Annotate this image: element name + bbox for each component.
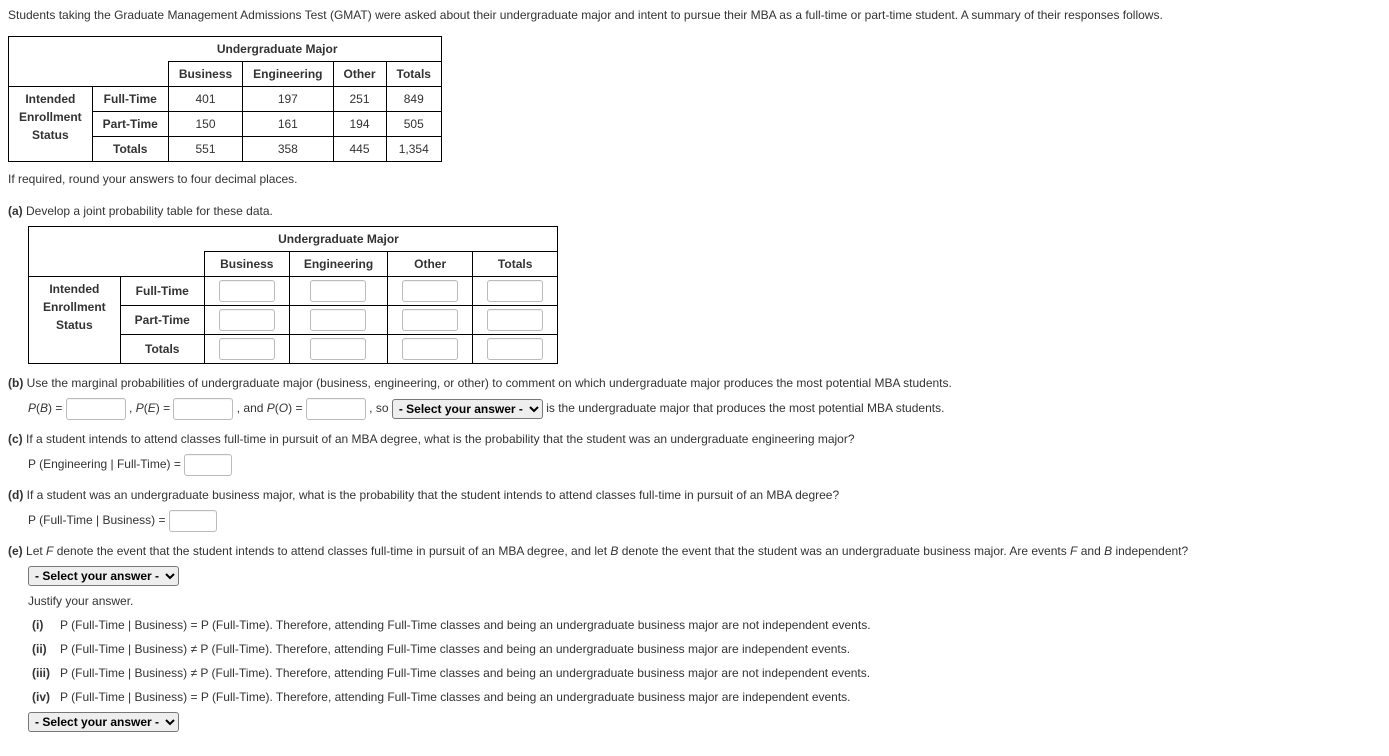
joint-input[interactable] bbox=[487, 280, 543, 302]
roman-i: (i) bbox=[32, 616, 60, 634]
part-a-label: (a) bbox=[8, 204, 23, 218]
part-e-label: (e) bbox=[8, 544, 23, 558]
b-so: , so bbox=[369, 401, 388, 415]
part-c-text: If a student intends to attend classes f… bbox=[26, 432, 855, 446]
part-b-text: Use the marginal probabilities of underg… bbox=[27, 376, 952, 390]
e-select-1[interactable]: - Select your answer - bbox=[28, 566, 179, 586]
joint-input[interactable] bbox=[219, 338, 275, 360]
roman-iv: (iv) bbox=[32, 688, 60, 706]
e-end: independent? bbox=[1112, 544, 1188, 558]
pb-input[interactable] bbox=[66, 398, 126, 420]
part-d-label: (d) bbox=[8, 488, 23, 502]
joint-col-business: Business bbox=[204, 252, 289, 277]
intro-text: Students taking the Graduate Management … bbox=[8, 6, 1381, 24]
joint-rowgroup-2: Enrollment bbox=[43, 298, 106, 316]
po-input[interactable] bbox=[306, 398, 366, 420]
joint-input[interactable] bbox=[219, 280, 275, 302]
joint-row-parttime: Part-Time bbox=[120, 306, 204, 335]
b-tail: is the undergraduate major that produces… bbox=[546, 401, 944, 415]
row-fulltime-label: Full-Time bbox=[92, 87, 168, 112]
pe-input[interactable] bbox=[173, 398, 233, 420]
e-mid2: denote the event that the student was an… bbox=[618, 544, 1070, 558]
joint-input[interactable] bbox=[402, 280, 458, 302]
cell: 1,354 bbox=[386, 137, 441, 162]
row-totals-label: Totals bbox=[92, 137, 168, 162]
d-input[interactable] bbox=[169, 510, 217, 532]
part-a-text: Develop a joint probability table for th… bbox=[26, 204, 273, 218]
part-d-text: If a student was an undergraduate busine… bbox=[27, 488, 839, 502]
joint-input[interactable] bbox=[487, 309, 543, 331]
joint-rowgroup-3: Status bbox=[43, 316, 106, 334]
cell: 505 bbox=[386, 112, 441, 137]
cell: 197 bbox=[243, 87, 333, 112]
cell: 194 bbox=[333, 112, 386, 137]
cell: 358 bbox=[243, 137, 333, 162]
justify-ii: P (Full-Time | Business) ≠ P (Full-Time)… bbox=[60, 642, 850, 656]
joint-input[interactable] bbox=[310, 309, 366, 331]
col-totals: Totals bbox=[386, 62, 441, 87]
cell: 551 bbox=[168, 137, 242, 162]
table-superheader: Undergraduate Major bbox=[168, 37, 386, 62]
rowgroup-2: Enrollment bbox=[19, 108, 82, 126]
joint-col-totals: Totals bbox=[473, 252, 558, 277]
joint-col-other: Other bbox=[388, 252, 473, 277]
cell: 849 bbox=[386, 87, 441, 112]
justify-iv: P (Full-Time | Business) = P (Full-Time)… bbox=[60, 690, 851, 704]
joint-table: Undergraduate Major Business Engineering… bbox=[28, 226, 558, 364]
cell: 150 bbox=[168, 112, 242, 137]
rowgroup-1: Intended bbox=[19, 90, 82, 108]
cell: 445 bbox=[333, 137, 386, 162]
d-formula: P (Full-Time | Business) = bbox=[28, 513, 165, 527]
e-B2: B bbox=[1104, 544, 1112, 558]
part-c-label: (c) bbox=[8, 432, 23, 446]
e-justify: Justify your answer. bbox=[28, 592, 1381, 610]
joint-rowgroup-1: Intended bbox=[43, 280, 106, 298]
joint-input[interactable] bbox=[487, 338, 543, 360]
joint-superheader: Undergraduate Major bbox=[204, 227, 472, 252]
joint-input[interactable] bbox=[219, 309, 275, 331]
col-business: Business bbox=[168, 62, 242, 87]
round-note: If required, round your answers to four … bbox=[8, 170, 1381, 188]
roman-iii: (iii) bbox=[32, 664, 60, 682]
col-engineering: Engineering bbox=[243, 62, 333, 87]
cell: 401 bbox=[168, 87, 242, 112]
e-mid1: denote the event that the student intend… bbox=[53, 544, 610, 558]
joint-input[interactable] bbox=[310, 338, 366, 360]
joint-col-engineering: Engineering bbox=[289, 252, 387, 277]
c-formula: P (Engineering | Full-Time) = bbox=[28, 457, 181, 471]
part-b-label: (b) bbox=[8, 376, 23, 390]
joint-input[interactable] bbox=[310, 280, 366, 302]
row-parttime-label: Part-Time bbox=[92, 112, 168, 137]
e-and: and bbox=[1077, 544, 1104, 558]
joint-input[interactable] bbox=[402, 309, 458, 331]
justify-iii: P (Full-Time | Business) ≠ P (Full-Time)… bbox=[60, 666, 870, 680]
roman-ii: (ii) bbox=[32, 640, 60, 658]
c-input[interactable] bbox=[184, 454, 232, 476]
e-pre: Let bbox=[26, 544, 46, 558]
joint-row-totals: Totals bbox=[120, 335, 204, 364]
justify-i: P (Full-Time | Business) = P (Full-Time)… bbox=[60, 618, 871, 632]
cell: 251 bbox=[333, 87, 386, 112]
joint-row-fulltime: Full-Time bbox=[120, 277, 204, 306]
col-other: Other bbox=[333, 62, 386, 87]
cell: 161 bbox=[243, 112, 333, 137]
e-select-2[interactable]: - Select your answer - bbox=[28, 712, 179, 732]
data-table: Undergraduate Major Business Engineering… bbox=[8, 36, 442, 162]
joint-input[interactable] bbox=[402, 338, 458, 360]
b-select[interactable]: - Select your answer - bbox=[392, 399, 543, 419]
rowgroup-3: Status bbox=[19, 126, 82, 144]
